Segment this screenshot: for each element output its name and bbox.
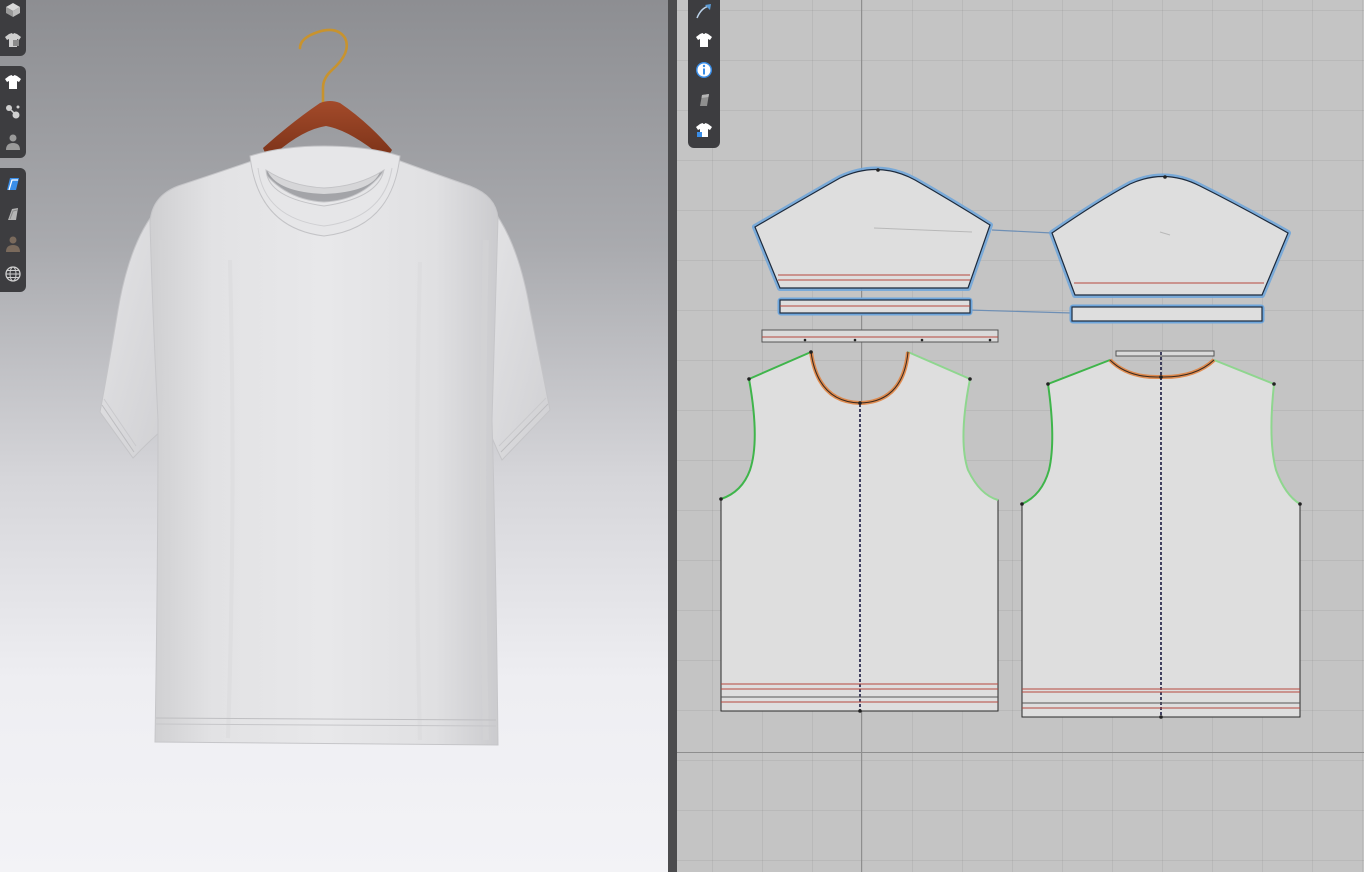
3d-garment-window[interactable] <box>0 0 668 872</box>
front-body-piece[interactable] <box>719 350 999 713</box>
locked-garment-icon[interactable] <box>688 115 720 145</box>
garment-display-icon[interactable] <box>0 26 26 54</box>
simulation-icon[interactable] <box>0 0 26 24</box>
avatar-pose-icon[interactable] <box>0 230 26 258</box>
viewport-divider[interactable] <box>668 0 677 872</box>
texture-icon[interactable] <box>0 170 26 198</box>
tshirt-icon[interactable] <box>688 25 720 55</box>
info-icon[interactable] <box>688 55 720 85</box>
toolbar-3d-group-3 <box>0 168 26 292</box>
tshirt-icon[interactable] <box>0 68 26 96</box>
toolbar-2d <box>688 0 720 148</box>
hanger-icon[interactable] <box>0 200 26 228</box>
back-neck-binding[interactable] <box>1115 350 1215 357</box>
back-body-piece[interactable] <box>1020 350 1302 719</box>
sleeve-piece-right[interactable] <box>1049 173 1291 298</box>
pen-tool-icon[interactable] <box>688 0 720 26</box>
avatar-measure-icon[interactable] <box>0 98 26 126</box>
avatar-icon[interactable] <box>0 128 26 156</box>
pattern-canvas[interactable] <box>677 0 1364 872</box>
sleeve-piece-left[interactable] <box>752 166 993 291</box>
sleeve-cuff-left[interactable] <box>777 297 973 316</box>
hanger-hook <box>298 28 349 112</box>
neck-rib-piece[interactable] <box>761 329 999 343</box>
tshirt-body <box>149 157 499 746</box>
eraser-icon[interactable] <box>688 85 720 115</box>
sleeve-cuff-right[interactable] <box>1069 304 1265 324</box>
toolbar-3d-group-1 <box>0 0 26 56</box>
globe-icon[interactable] <box>0 260 26 288</box>
toolbar-3d-group-2 <box>0 66 26 158</box>
2d-pattern-window[interactable] <box>677 0 1364 872</box>
3d-tshirt-render[interactable] <box>0 0 668 872</box>
